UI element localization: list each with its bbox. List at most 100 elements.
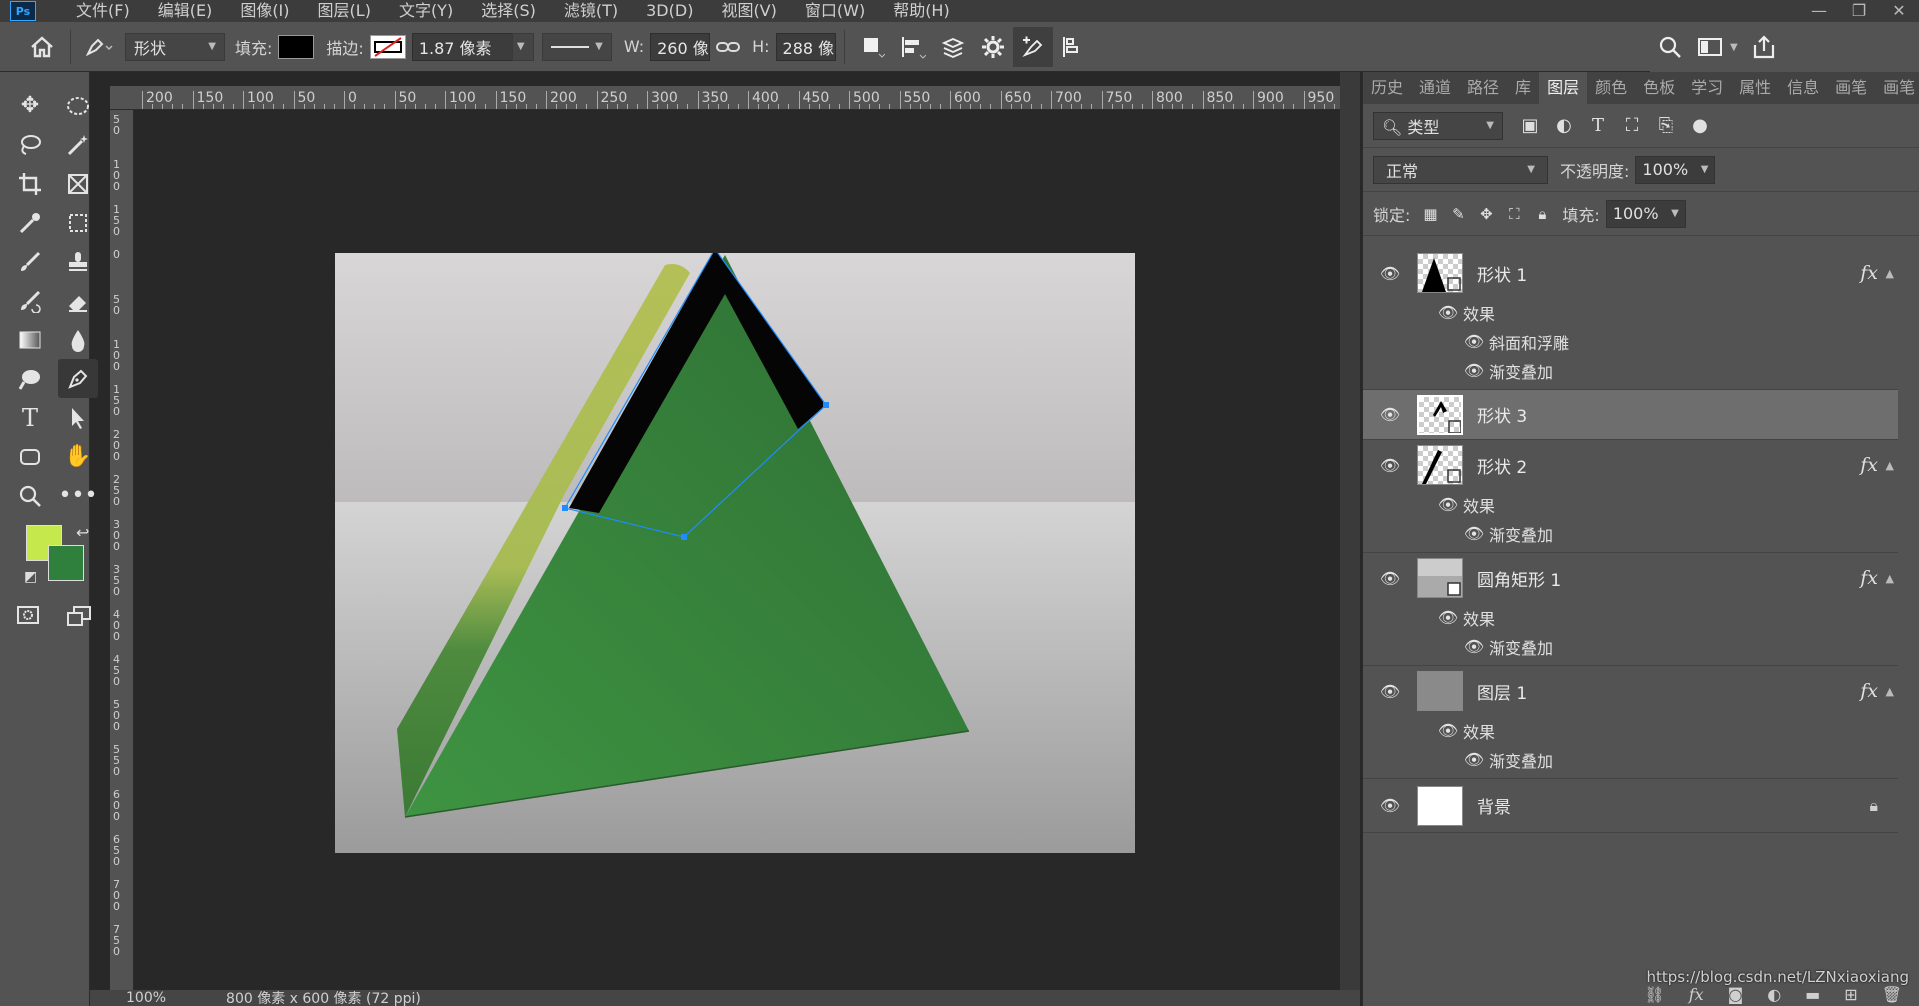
align-edges-icon[interactable] [1053,27,1093,67]
layer-row-selected[interactable]: 👁︎ 形状 3 [1363,390,1898,440]
document-info[interactable]: 800 像素 x 600 像素 (72 ppi) [166,988,421,1006]
tab-paths[interactable]: 路径 [1459,72,1507,104]
smart-object-filter-icon[interactable]: ⎘ [1649,115,1683,136]
close-button[interactable]: ✕ [1879,0,1919,22]
stroke-swatch[interactable] [369,34,406,59]
eye-icon[interactable]: 👁︎ [1375,456,1405,475]
layer-name[interactable]: 形状 1 [1477,261,1527,286]
type-filter-icon[interactable]: T [1581,115,1615,136]
menu-filter[interactable]: 滤镜(T) [550,0,632,22]
tab-swatches[interactable]: 色板 [1635,72,1683,104]
effect-item[interactable]: 👁︎ 渐变叠加 [1363,356,1898,385]
path-alignment-icon[interactable] [893,27,933,67]
lasso-tool-icon[interactable] [10,125,50,164]
menu-3d[interactable]: 3D(D) [632,0,707,22]
delete-layer-icon[interactable]: 🗑︎ [1882,985,1902,1004]
rectangle-tool-icon[interactable] [10,437,50,476]
fill-opacity-input[interactable]: 100% ▼ [1605,199,1686,228]
add-mask-icon[interactable]: ◙ [1728,985,1744,1004]
eyedropper-tool-icon[interactable] [10,203,50,242]
eye-icon[interactable]: 👁︎ [1433,303,1463,322]
restore-button[interactable]: ❐ [1839,0,1879,22]
tab-brush-settings[interactable]: 画笔 [1875,72,1919,104]
effect-item[interactable]: 👁︎ 渐变叠加 [1363,519,1898,548]
menu-view[interactable]: 视图(V) [707,0,790,22]
panel-divider[interactable] [1340,72,1360,1006]
magic-wand-tool-icon[interactable] [58,125,98,164]
zoom-level[interactable]: 100% [90,990,166,1006]
lock-artboard-icon[interactable]: ⛶ [1500,205,1528,223]
quick-mask-icon[interactable] [16,605,40,631]
background-color[interactable] [48,545,84,581]
layer-name[interactable]: 图层 1 [1477,679,1527,704]
eye-icon[interactable]: 👁︎ [1459,332,1489,351]
effects-row[interactable]: 👁︎ 效果 [1363,298,1898,327]
new-layer-icon[interactable]: ⊞ [1844,985,1857,1004]
fx-icon[interactable]: fx [1860,567,1878,589]
eye-icon[interactable]: 👁︎ [1459,750,1489,769]
layer-row[interactable]: 👁︎ 背景 🔒︎ [1363,779,1898,833]
effects-row[interactable]: 👁︎ 效果 [1363,490,1898,519]
chevron-down-icon[interactable]: ▼ [1730,42,1738,53]
auto-add-delete-icon[interactable] [1012,26,1053,67]
zoom-tool-icon[interactable] [10,476,50,515]
stroke-type-select[interactable]: ▼ [541,32,612,61]
blend-mode-select[interactable]: 正常 ▼ [1373,155,1548,184]
eye-icon[interactable]: 👁︎ [1459,637,1489,656]
lock-pixels-icon[interactable]: ✎ [1444,205,1472,223]
width-input[interactable]: 260 像素 [650,32,711,61]
menu-edit[interactable]: 编辑(E) [144,0,227,22]
tab-brushes[interactable]: 画笔 [1827,72,1875,104]
menu-layer[interactable]: 图层(L) [304,0,385,22]
crop-tool-icon[interactable] [10,164,50,203]
effect-item[interactable]: 👁︎ 渐变叠加 [1363,632,1898,661]
marquee-tool-icon[interactable] [58,86,98,125]
menu-window[interactable]: 窗口(W) [791,0,879,22]
tab-libraries[interactable]: 库 [1507,72,1539,104]
pen-tool-icon[interactable] [58,359,98,398]
eye-icon[interactable]: 👁︎ [1433,721,1463,740]
more-tools-icon[interactable]: ••• [58,476,98,515]
blur-tool-icon[interactable] [58,320,98,359]
collapse-icon[interactable]: ▲ [1886,685,1894,698]
menu-image[interactable]: 图像(I) [226,0,303,22]
stamp-tool-icon[interactable] [58,242,98,281]
screen-mode-icon[interactable] [66,605,92,631]
path-operations-icon[interactable] [853,27,893,67]
collapse-icon[interactable]: ▲ [1886,572,1894,585]
fx-icon[interactable]: fx [1860,680,1878,702]
height-input[interactable]: 288 像素 [775,32,836,61]
layer-filter-select[interactable]: 🔍︎ 类型 ▼ [1373,111,1503,140]
tab-info[interactable]: 信息 [1779,72,1827,104]
layer-name[interactable]: 圆角矩形 1 [1477,566,1561,591]
tab-layers[interactable]: 图层 [1539,72,1588,104]
lock-transparent-icon[interactable]: ▦ [1416,205,1444,223]
path-selection-tool-icon[interactable] [58,398,98,437]
new-adjustment-icon[interactable]: ◐ [1767,985,1781,1004]
history-brush-icon[interactable] [10,281,50,320]
layer-row[interactable]: 👁︎ 图层 1 fx ▲ [1363,666,1898,716]
hand-tool-icon[interactable]: ✋ [58,437,98,476]
eye-icon[interactable]: 👁︎ [1433,495,1463,514]
eye-icon[interactable]: 👁︎ [1375,264,1405,283]
tab-channels[interactable]: 通道 [1411,72,1459,104]
layer-row[interactable]: 👁︎ 圆角矩形 1 fx ▲ [1363,553,1898,603]
opacity-input[interactable]: 100% ▼ [1635,155,1716,184]
tool-mode-select[interactable]: 形状 ▼ [125,32,225,61]
pen-tool-preset-icon[interactable] [79,27,119,67]
brush-tool-icon[interactable] [10,242,50,281]
lock-all-icon[interactable]: 🔒︎ [1528,205,1556,223]
stroke-width-dropdown[interactable]: ▼ [511,32,534,61]
fx-icon[interactable]: fx [1860,454,1878,476]
document-canvas[interactable] [335,253,1135,853]
stroke-width-input[interactable]: 1.87 像素 [411,32,512,61]
eraser-tool-icon[interactable] [58,281,98,320]
link-layers-icon[interactable]: ⛓︎ [1644,985,1664,1004]
effects-row[interactable]: 👁︎ 效果 [1363,716,1898,745]
pixel-filter-icon[interactable]: ▣ [1513,115,1547,136]
layer-row[interactable]: 👁︎ 形状 1 fx ▲ [1363,248,1898,298]
anchor-point-right[interactable] [823,402,829,408]
fx-icon[interactable]: fx [1860,262,1878,284]
effect-item[interactable]: 👁︎ 渐变叠加 [1363,745,1898,774]
workspace-icon[interactable] [1690,27,1730,67]
